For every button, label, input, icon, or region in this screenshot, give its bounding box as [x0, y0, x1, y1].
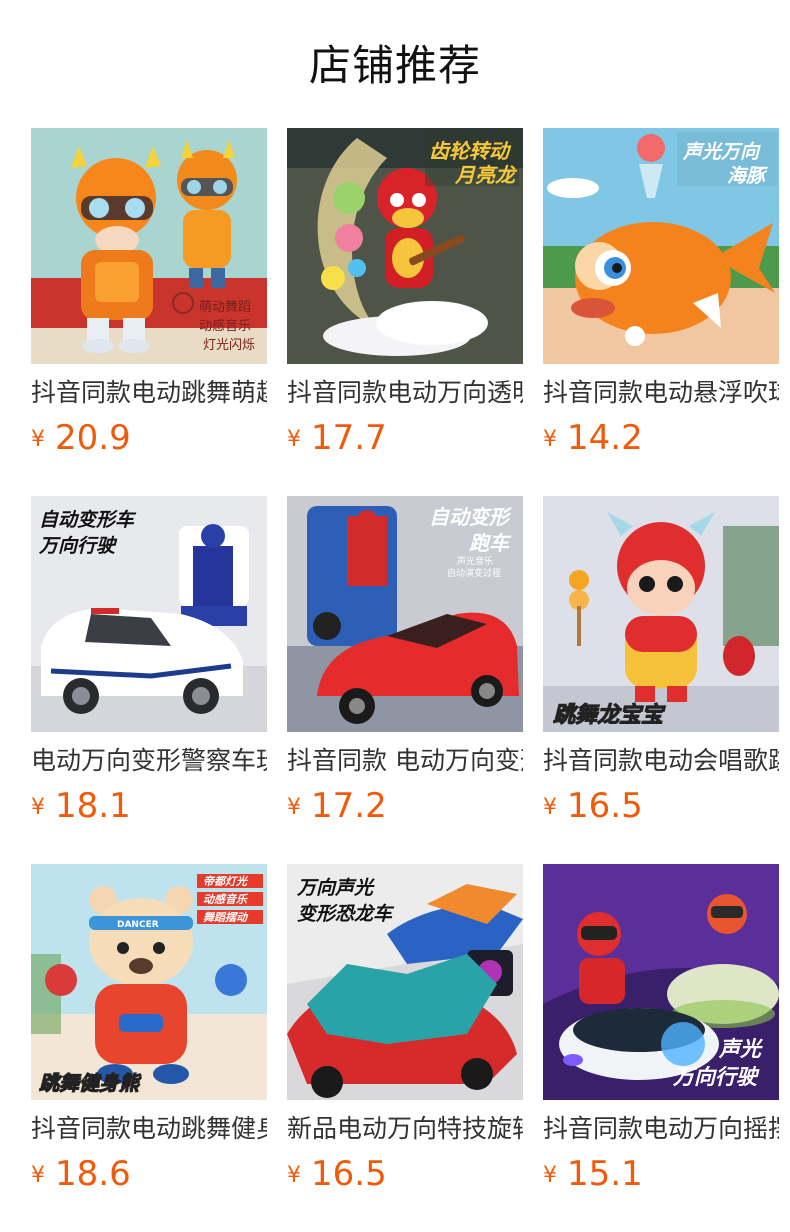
svg-text:动感音乐: 动感音乐: [199, 318, 251, 334]
price-value: 16.5: [567, 786, 643, 826]
svg-text:变形恐龙车: 变形恐龙车: [297, 903, 395, 925]
price-value: 17.2: [311, 786, 387, 826]
product-name[interactable]: 抖音同款电动会唱歌跳舞: [543, 744, 779, 778]
product-card-fitness-bear[interactable]: DANCER 帝都灯光 动感音乐 舞蹈摆动 跳舞健身熊 抖音同款电动跳舞健身熊 …: [31, 864, 267, 1204]
currency-symbol: ¥: [543, 1163, 557, 1188]
dancing-dragon-toy-image[interactable]: 萌动舞蹈 动感音乐 灯光闪烁: [31, 128, 267, 364]
product-name[interactable]: 电动万向变形警察车玩具: [31, 744, 267, 778]
product-card-dancing-dragon[interactable]: 萌动舞蹈 动感音乐 灯光闪烁 抖音同款电动跳舞萌趣小龙 ¥20.9: [31, 128, 267, 468]
svg-text:舞蹈摆动: 舞蹈摆动: [203, 911, 249, 924]
product-card-sports-car[interactable]: 自动变形 跑车 声光音乐 自动演变过程 抖音同款 电动万向变形跑车 ¥17.2: [287, 496, 523, 836]
product-price: ¥17.2: [287, 786, 387, 826]
dinosaur-car-image[interactable]: 万向声光 变形恐龙车: [287, 864, 523, 1100]
dancing-baby-dragon-image[interactable]: 跳舞龙宝宝: [543, 496, 779, 732]
product-card-dinosaur-car[interactable]: 万向声光 变形恐龙车 新品电动万向特技旋转 ¥16.5: [287, 864, 523, 1204]
svg-text:万向行驶: 万向行驶: [38, 535, 118, 557]
price-value: 17.7: [311, 418, 387, 458]
transforming-sports-car-image[interactable]: 自动变形 跑车 声光音乐 自动演变过程: [287, 496, 523, 732]
product-card-police-car[interactable]: 自动变形车 万向行驶 电动万向变形警察车玩具 ¥18.1: [31, 496, 267, 836]
svg-text:声光音乐: 声光音乐: [457, 555, 493, 567]
floating-ball-dolphin-toy-image[interactable]: 声光万向 海豚: [543, 128, 779, 364]
product-name[interactable]: 新品电动万向特技旋转: [287, 1112, 523, 1146]
product-name[interactable]: 抖音同款电动悬浮吹球海豚: [543, 376, 779, 410]
currency-symbol: ¥: [31, 795, 45, 820]
currency-symbol: ¥: [287, 795, 301, 820]
image-text: 自动变形: [429, 505, 512, 529]
dancing-fitness-bear-image[interactable]: DANCER 帝都灯光 动感音乐 舞蹈摆动 跳舞健身熊: [31, 864, 267, 1100]
currency-symbol: ¥: [31, 1163, 45, 1188]
currency-symbol: ¥: [31, 427, 45, 452]
svg-text:跳舞健身熊: 跳舞健身熊: [39, 1071, 142, 1095]
image-text: 齿轮转动: [429, 139, 512, 163]
product-name[interactable]: 抖音同款电动跳舞健身熊: [31, 1112, 267, 1146]
transforming-police-car-image[interactable]: 自动变形车 万向行驶: [31, 496, 267, 732]
svg-text:自动演变过程: 自动演变过程: [447, 567, 501, 579]
price-value: 18.1: [55, 786, 131, 826]
product-card-dolphin[interactable]: 声光万向 海豚 抖音同款电动悬浮吹球海豚 ¥14.2: [543, 128, 779, 468]
image-text: 万向声光: [296, 877, 375, 899]
image-text: 帝都灯光: [203, 875, 249, 888]
product-name[interactable]: 抖音同款电动万向摇摆: [543, 1112, 779, 1146]
currency-symbol: ¥: [287, 427, 301, 452]
product-price: ¥18.6: [31, 1154, 131, 1194]
page-title: 店铺推荐: [308, 41, 481, 90]
svg-text:动感音乐: 动感音乐: [203, 893, 249, 906]
price-value: 20.9: [55, 418, 131, 458]
product-price: ¥14.2: [543, 418, 643, 458]
product-price: ¥17.7: [287, 418, 387, 458]
price-value: 15.1: [567, 1154, 643, 1194]
product-name[interactable]: 抖音同款电动万向透明齿轮: [287, 376, 523, 410]
product-card-moon-dragon[interactable]: 齿轮转动 月亮龙 抖音同款电动万向透明齿轮 ¥17.7: [287, 128, 523, 468]
product-card-dj-car[interactable]: 声光 万向行驶 抖音同款电动万向摇摆 ¥15.1: [543, 864, 779, 1204]
image-text: 萌动舞蹈: [199, 300, 251, 315]
image-text: 自动变形车: [39, 509, 137, 531]
product-price: ¥16.5: [543, 786, 643, 826]
product-card-baby-dragon[interactable]: 跳舞龙宝宝 抖音同款电动会唱歌跳舞 ¥16.5: [543, 496, 779, 836]
dj-car-toy-image[interactable]: 声光 万向行驶: [543, 864, 779, 1100]
product-price: ¥16.5: [287, 1154, 387, 1194]
product-name[interactable]: 抖音同款 电动万向变形跑车: [287, 744, 523, 778]
svg-text:月亮龙: 月亮龙: [454, 163, 518, 187]
price-value: 18.6: [55, 1154, 131, 1194]
image-text: 跳舞龙宝宝: [553, 702, 666, 728]
svg-text:万向行驶: 万向行驶: [672, 1065, 760, 1089]
currency-symbol: ¥: [543, 795, 557, 820]
image-text: 声光万向: [682, 141, 761, 163]
product-price: ¥18.1: [31, 786, 131, 826]
price-value: 14.2: [567, 418, 643, 458]
currency-symbol: ¥: [287, 1163, 301, 1188]
svg-text:灯光闪烁: 灯光闪烁: [203, 338, 255, 353]
product-price: ¥15.1: [543, 1154, 643, 1194]
svg-text:DANCER: DANCER: [117, 920, 159, 930]
gear-moon-dragon-toy-image[interactable]: 齿轮转动 月亮龙: [287, 128, 523, 364]
store-recommendation-page: 店铺推荐 萌动舞蹈 动感音乐 灯光闪烁 抖音同款电动跳舞萌 ¥ 20.9 齿轮转…: [0, 0, 790, 1232]
svg-text:跑车: 跑车: [469, 531, 512, 555]
currency-symbol: ¥: [543, 427, 557, 452]
svg-text:海豚: 海豚: [727, 165, 768, 187]
product-price: ¥20.9: [31, 418, 131, 458]
product-name[interactable]: 抖音同款电动跳舞萌趣小龙: [31, 376, 267, 410]
price-value: 16.5: [311, 1154, 387, 1194]
image-text: 声光: [718, 1037, 764, 1061]
